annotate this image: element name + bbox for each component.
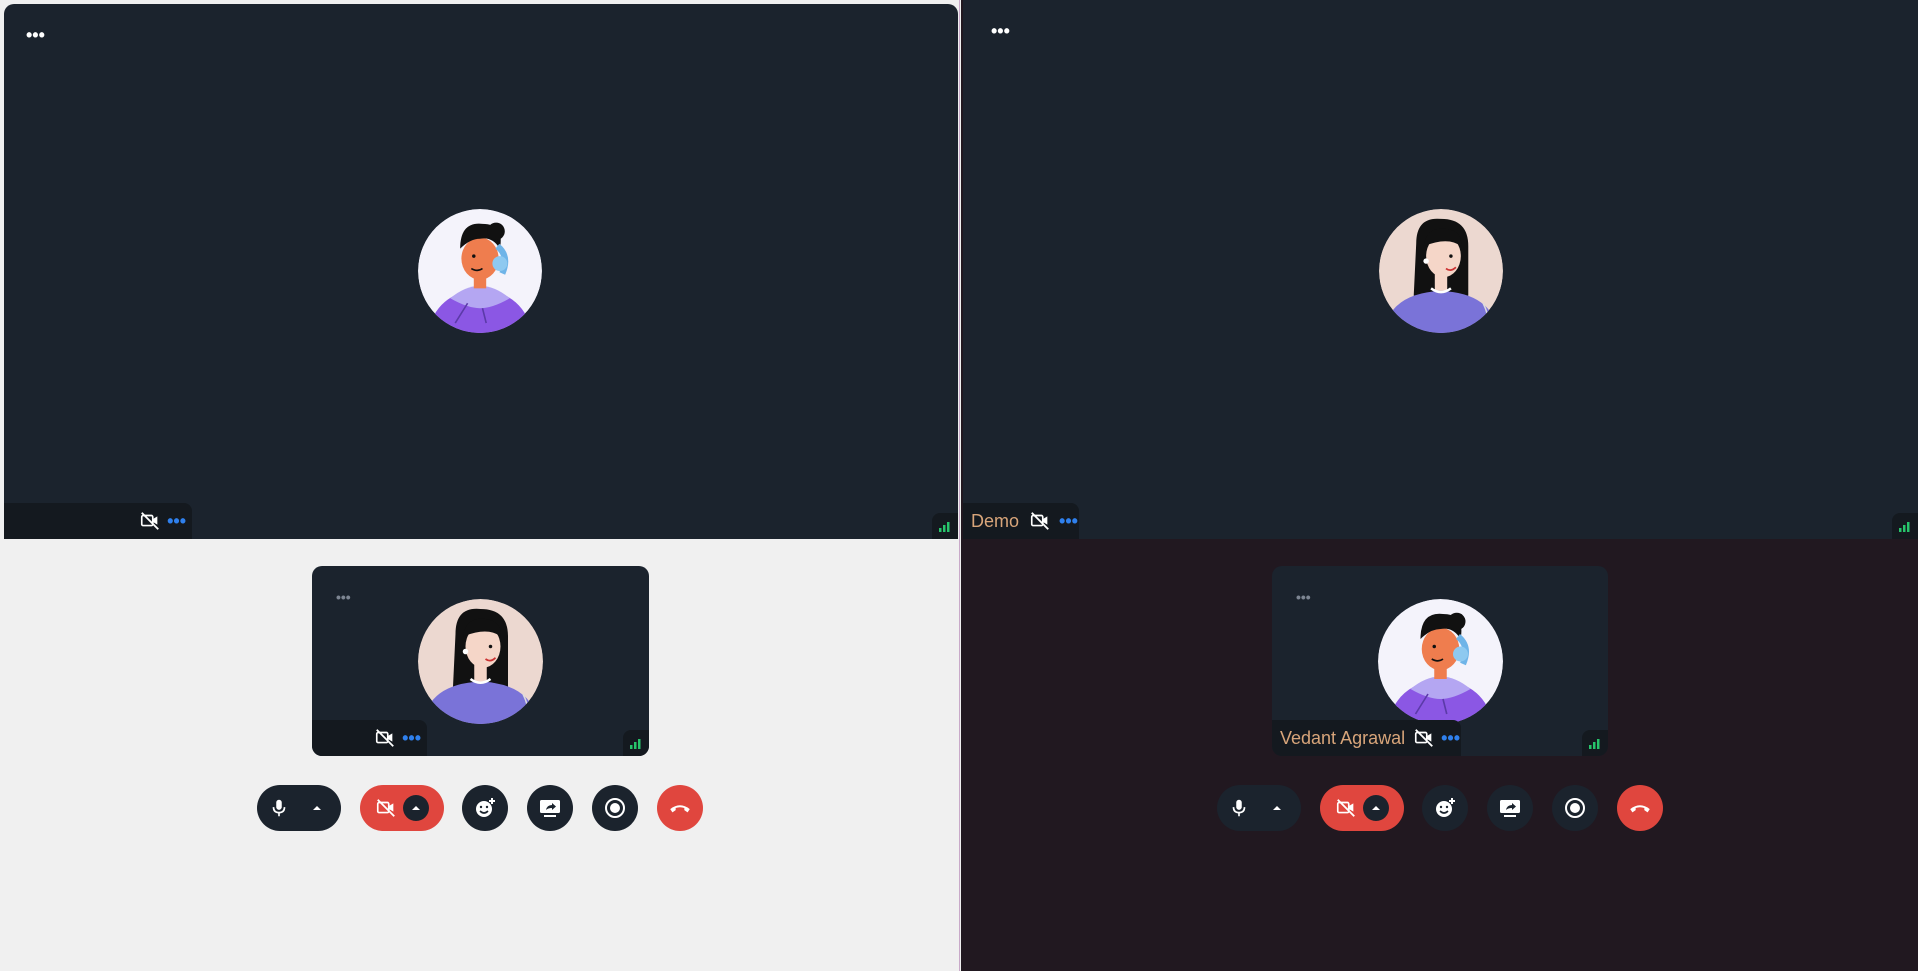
emoji-add-icon: [476, 798, 495, 817]
chevron-up-icon[interactable]: [1264, 795, 1290, 821]
reactions-button[interactable]: [462, 785, 508, 831]
tile-menu-icon[interactable]: •••: [26, 26, 45, 44]
video-off-icon: [139, 510, 161, 532]
reactions-button[interactable]: [1422, 785, 1468, 831]
video-off-icon: [1413, 727, 1435, 749]
mic-button[interactable]: [1217, 785, 1301, 831]
participant-name-bar: Vedant Agrawal •••: [1272, 720, 1461, 756]
participant-name: Vedant Agrawal: [1280, 727, 1406, 748]
signal-strength-icon: [1582, 730, 1608, 756]
participant-options-icon[interactable]: •••: [1059, 512, 1078, 530]
tile-menu-icon[interactable]: •••: [336, 590, 351, 604]
self-video-tile[interactable]: ••• Vedant Agrawal •••: [1272, 566, 1608, 756]
left-pane: ••• ••• ••• •••: [0, 0, 960, 971]
mic-button[interactable]: [257, 785, 341, 831]
share-screen-button[interactable]: [1487, 785, 1533, 831]
microphone-icon: [1232, 799, 1246, 817]
signal-strength-icon: [623, 730, 649, 756]
record-button[interactable]: [592, 785, 638, 831]
participant-avatar: [1379, 209, 1503, 333]
participant-options-icon[interactable]: •••: [402, 729, 421, 747]
participant-name-bar: •••: [4, 503, 192, 539]
participant-name-bar: •••: [312, 720, 427, 756]
emoji-add-icon: [1436, 798, 1455, 817]
participant-options-icon[interactable]: •••: [1441, 729, 1460, 747]
camera-button[interactable]: [360, 785, 444, 831]
chevron-up-icon[interactable]: [304, 795, 330, 821]
signal-strength-icon: [1892, 513, 1918, 539]
participant-avatar: [418, 599, 543, 724]
main-video-tile[interactable]: ••• Demo •••: [963, 0, 1918, 539]
self-video-tile[interactable]: ••• •••: [312, 566, 649, 756]
video-off-icon: [1336, 798, 1356, 818]
signal-strength-icon: [932, 513, 958, 539]
record-icon: [1565, 798, 1585, 818]
phone-hangup-icon: [1630, 805, 1650, 813]
microphone-icon: [272, 799, 286, 817]
main-video-tile[interactable]: ••• •••: [4, 4, 958, 539]
video-off-icon: [376, 798, 396, 818]
screen-share-icon: [1500, 800, 1520, 817]
tile-menu-icon[interactable]: •••: [991, 22, 1010, 40]
chevron-up-icon[interactable]: [1363, 795, 1389, 821]
screen-share-icon: [540, 800, 560, 817]
video-off-icon: [1029, 510, 1051, 532]
right-pane: ••• Demo ••• ••• Vedant Agrawal •••: [961, 0, 1918, 971]
tile-menu-icon[interactable]: •••: [1296, 590, 1311, 604]
record-button[interactable]: [1552, 785, 1598, 831]
phone-hangup-icon: [670, 805, 690, 813]
participant-options-icon[interactable]: •••: [167, 512, 186, 530]
chevron-up-icon[interactable]: [403, 795, 429, 821]
video-off-icon: [374, 727, 396, 749]
record-icon: [605, 798, 625, 818]
participant-avatar: [1378, 599, 1503, 724]
participant-avatar: [418, 209, 542, 333]
leave-call-button[interactable]: [1617, 785, 1663, 831]
participant-name: Demo: [971, 510, 1020, 531]
camera-button[interactable]: [1320, 785, 1404, 831]
share-screen-button[interactable]: [527, 785, 573, 831]
participant-name-bar: Demo •••: [963, 503, 1079, 539]
leave-call-button[interactable]: [657, 785, 703, 831]
